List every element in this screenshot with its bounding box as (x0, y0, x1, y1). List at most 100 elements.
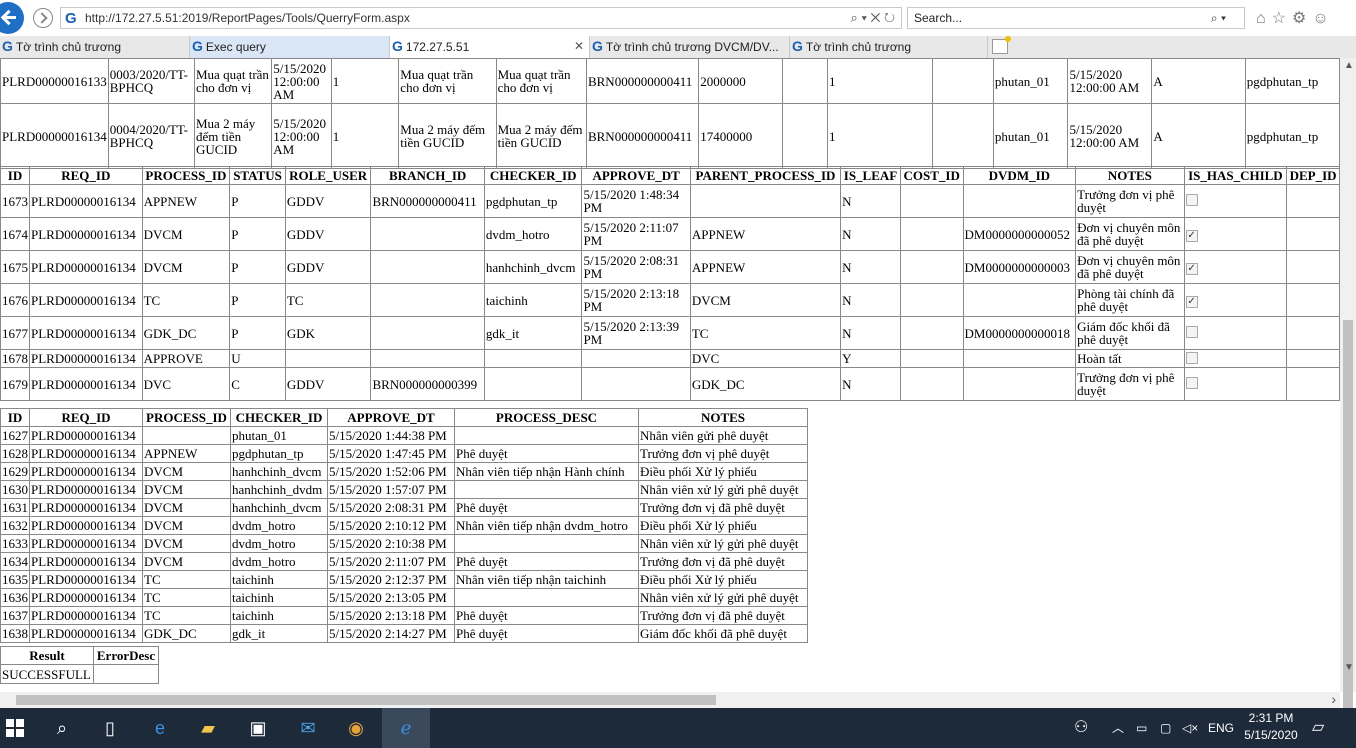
has-child-checkbox[interactable] (1185, 377, 1198, 389)
table-cell: BRN000000000411 (370, 184, 485, 218)
table-cell: DVCM (142, 552, 231, 571)
column-header: STATUS (229, 166, 286, 185)
table-row: 1636 PLRD00000016134 TC taichinh 5/15/2020 2… (0, 588, 808, 607)
table-cell: Đơn vị chuyên môn đã phê duyệt (1075, 250, 1185, 284)
table-cell: 1 (826, 103, 934, 169)
close-tab-icon[interactable]: ✕ (574, 36, 584, 57)
scroll-up-icon[interactable]: ▲ (1344, 60, 1354, 71)
url-actions-icon[interactable]: ⌕ ▾ ✕ ↻ (851, 8, 895, 28)
edge-icon[interactable]: e (136, 708, 184, 748)
chat-icon[interactable]: ▢ (1160, 708, 1171, 748)
has-child-checkbox[interactable] (1185, 194, 1198, 206)
horizontal-scrollbar[interactable]: › (0, 691, 1340, 708)
tab-4[interactable]: G Tờ trình chủ trương DVCM/DV... (590, 36, 790, 58)
table-row: 1674 PLRD00000016134 DVCM P GDDV dvdm_hotro 5/… (0, 217, 1340, 251)
clock-date: 5/15/2020 (1244, 728, 1298, 742)
table-cell (370, 250, 485, 284)
has-child-cell (1183, 316, 1288, 350)
table-cell: dvdm_hotro (483, 217, 583, 251)
home-favorites-settings-icons[interactable]: ⌂☆⚙☺ (1256, 8, 1335, 28)
has-child-checkbox[interactable] (1185, 326, 1198, 338)
table-row: 1678 PLRD00000016134 APPROVE U DVC Y Hoàn tất (0, 349, 1340, 368)
table-cell: 1631 (0, 498, 30, 517)
tray-chevron-icon[interactable]: ︿ (1112, 708, 1124, 748)
table-cell: GDK (284, 316, 372, 350)
tab-label: Tờ trình chủ trương DVCM/DV... (605, 40, 779, 54)
volume-icon[interactable]: ◁× (1182, 708, 1198, 748)
table-cell: Mua 2 máy đếm tiền GUCID (495, 103, 587, 169)
has-child-checkbox[interactable] (1185, 351, 1198, 364)
table-cell (483, 367, 583, 401)
table-cell: taichinh (230, 588, 328, 607)
column-header: REQ_ID (29, 408, 143, 427)
task-view-icon[interactable]: ▯ (86, 708, 134, 748)
table-row: SUCCESSFULL (0, 664, 159, 684)
column-header: ErrorDesc (93, 646, 159, 665)
table-row: 1628 PLRD00000016134 APPNEW pgdphutan_tp 5/1… (0, 444, 808, 463)
table-cell: TC (141, 283, 231, 317)
tab-3[interactable]: G 172.27.5.51 ✕ (390, 36, 590, 58)
search-icon[interactable]: ⌕ ▾ (1211, 8, 1226, 28)
vertical-scrollbar[interactable]: ▲ ▼ (1340, 58, 1356, 712)
scroll-right-icon[interactable]: › (1331, 691, 1336, 707)
table-cell (454, 426, 639, 445)
mail-icon[interactable]: ✉ (284, 708, 332, 748)
table-cell: Mua 2 máy đếm tiền GUCID (398, 103, 497, 169)
tab-label: Exec query (205, 40, 266, 54)
table-cell: N (840, 250, 901, 284)
vertical-scroll-thumb[interactable] (1343, 320, 1353, 712)
table-row: PLRD00000016133 0003/2020/TT-BPHCQ Mua quạ… (0, 58, 1340, 104)
table-cell: N (840, 217, 901, 251)
clock[interactable]: 2:31 PM 5/15/2020 (1240, 710, 1302, 744)
forward-button[interactable] (33, 8, 53, 28)
people-icon[interactable]: ⚇ (1074, 708, 1088, 748)
chrome-icon[interactable]: ◉ (332, 708, 380, 748)
table-cell: GDDV (284, 367, 372, 401)
table-cell (899, 367, 964, 401)
table-cell: 1627 (0, 426, 30, 445)
table-cell: pgdphutan_tp (1244, 103, 1340, 169)
table-cell: Phê duyệt (454, 606, 639, 625)
table-cell (284, 349, 372, 368)
scroll-down-icon[interactable]: ▼ (1344, 662, 1354, 673)
table-cell: Mua quạt trần cho đơn vị (398, 58, 497, 104)
has-child-checkbox[interactable]: ✓ (1185, 229, 1198, 242)
back-button[interactable] (0, 2, 24, 34)
table-cell: DVC (141, 367, 231, 401)
table-cell: 1674 (0, 217, 30, 251)
search-taskbar-icon[interactable]: ⌕ (38, 708, 86, 748)
column-header: PROCESS_DESC (454, 408, 639, 427)
column-header: PROCESS_ID (141, 166, 231, 185)
result-table: Result ErrorDesc SUCCESSFULL (0, 646, 159, 684)
table-cell: BRN000000000411 (585, 103, 700, 169)
file-explorer-icon[interactable]: ▰ (184, 708, 232, 748)
language-indicator[interactable]: ENG (1208, 708, 1234, 748)
network-icon[interactable]: ▭ (1136, 708, 1147, 748)
table-cell: 5/15/2020 2:10:38 PM (327, 534, 455, 553)
url-input[interactable]: G http://172.27.5.51:2019/ReportPages/To… (60, 7, 902, 29)
has-child-checkbox[interactable]: ✓ (1185, 262, 1198, 275)
tab-5[interactable]: G Tờ trình chủ trương (790, 36, 988, 58)
table-cell: 1628 (0, 444, 30, 463)
tab-2[interactable]: G Exec query (190, 36, 390, 58)
column-header: CHECKER_ID (483, 166, 583, 185)
has-child-checkbox[interactable]: ✓ (1185, 295, 1198, 308)
store-icon[interactable]: ▣ (234, 708, 282, 748)
new-tab-icon[interactable] (992, 36, 1011, 54)
table-cell (962, 184, 1077, 218)
table-cell: pgdphutan_tp (230, 444, 328, 463)
table-cell: Phê duyệt (454, 624, 639, 643)
table-row: 1632 PLRD00000016134 DVCM dvdm_hotro 5/15/20… (0, 516, 808, 535)
table-row: PLRD00000016134 0004/2020/TT-BPHCQ Mua 2 m… (0, 103, 1340, 169)
page-content: PLRD00000016133 0003/2020/TT-BPHCQ Mua quạ… (0, 58, 1340, 692)
tab-1[interactable]: G Tờ trình chủ trương (0, 36, 190, 58)
table-cell (899, 217, 964, 251)
notifications-icon[interactable]: ▱ (1312, 708, 1324, 748)
internet-explorer-icon[interactable]: ℯ (382, 708, 430, 748)
horizontal-scroll-thumb[interactable] (16, 695, 716, 705)
column-header: ROLE_USER (284, 166, 372, 185)
search-input[interactable]: Search... ⌕ ▾ (907, 7, 1245, 29)
table-cell (483, 349, 583, 368)
table-cell: PLRD00000016134 (29, 606, 143, 625)
table-cell: DVCM (689, 283, 842, 317)
